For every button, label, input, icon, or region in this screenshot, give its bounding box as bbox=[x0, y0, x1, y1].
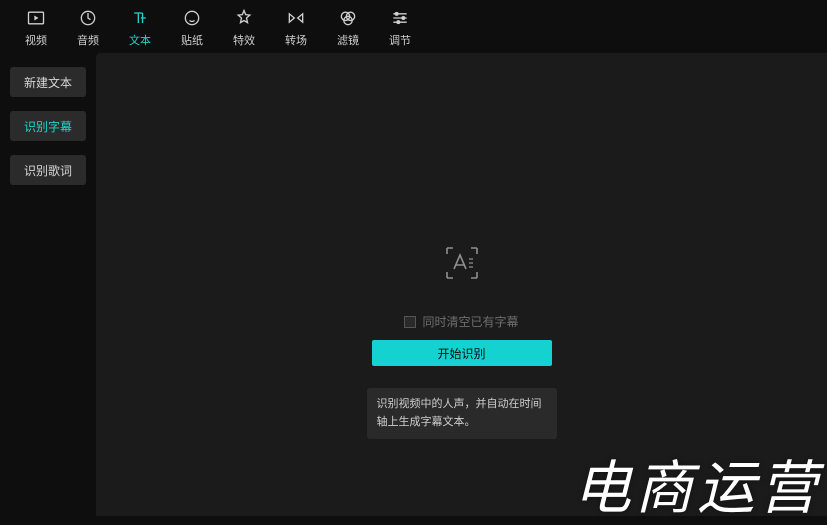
tab-filter[interactable]: 滤镜 bbox=[324, 8, 372, 48]
tab-label: 转场 bbox=[285, 32, 307, 48]
tab-transition[interactable]: 转场 bbox=[272, 8, 320, 48]
clear-existing-checkbox[interactable]: 同时清空已有字幕 bbox=[404, 313, 518, 330]
sidebar-item-label: 识别歌词 bbox=[24, 162, 72, 179]
button-label: 开始识别 bbox=[437, 345, 485, 362]
sidebar: 新建文本 识别字幕 识别歌词 bbox=[0, 53, 96, 516]
checkbox-label: 同时清空已有字幕 bbox=[422, 313, 518, 330]
tab-label: 特效 bbox=[233, 32, 255, 48]
tab-audio[interactable]: 音频 bbox=[64, 8, 112, 48]
tab-effects[interactable]: 特效 bbox=[220, 8, 268, 48]
sticker-icon bbox=[182, 8, 202, 28]
tab-label: 音频 bbox=[77, 32, 99, 48]
main-panel: 同时清空已有字幕 开始识别 识别视频中的人声，并自动在时间轴上生成字幕文本。 bbox=[96, 53, 827, 516]
tab-label: 贴纸 bbox=[181, 32, 203, 48]
effects-icon bbox=[234, 8, 254, 28]
tab-video[interactable]: 视频 bbox=[12, 8, 60, 48]
sidebar-item-new-text[interactable]: 新建文本 bbox=[10, 67, 86, 97]
tab-sticker[interactable]: 贴纸 bbox=[168, 8, 216, 48]
top-tabbar: 视频 音频 文本 贴纸 特效 转场 滤镜 调节 bbox=[0, 0, 827, 53]
tab-adjust[interactable]: 调节 bbox=[376, 8, 424, 48]
adjust-icon bbox=[390, 8, 410, 28]
subtitle-placeholder-icon bbox=[442, 243, 482, 283]
sidebar-item-recognize-lyrics[interactable]: 识别歌词 bbox=[10, 155, 86, 185]
sidebar-item-label: 识别字幕 bbox=[24, 118, 72, 135]
tab-label: 调节 bbox=[389, 32, 411, 48]
filter-icon bbox=[338, 8, 358, 28]
description-box: 识别视频中的人声，并自动在时间轴上生成字幕文本。 bbox=[367, 388, 557, 439]
transition-icon bbox=[286, 8, 306, 28]
sidebar-item-recognize-subtitle[interactable]: 识别字幕 bbox=[10, 111, 86, 141]
tab-label: 文本 bbox=[129, 32, 151, 48]
video-icon bbox=[26, 8, 46, 28]
tab-text[interactable]: 文本 bbox=[116, 8, 164, 48]
tab-label: 滤镜 bbox=[337, 32, 359, 48]
tab-label: 视频 bbox=[25, 32, 47, 48]
audio-icon bbox=[78, 8, 98, 28]
checkbox-icon bbox=[404, 316, 416, 328]
start-recognize-button[interactable]: 开始识别 bbox=[372, 340, 552, 366]
sidebar-item-label: 新建文本 bbox=[24, 74, 72, 91]
description-text: 识别视频中的人声，并自动在时间轴上生成字幕文本。 bbox=[377, 398, 542, 428]
text-icon bbox=[130, 8, 150, 28]
